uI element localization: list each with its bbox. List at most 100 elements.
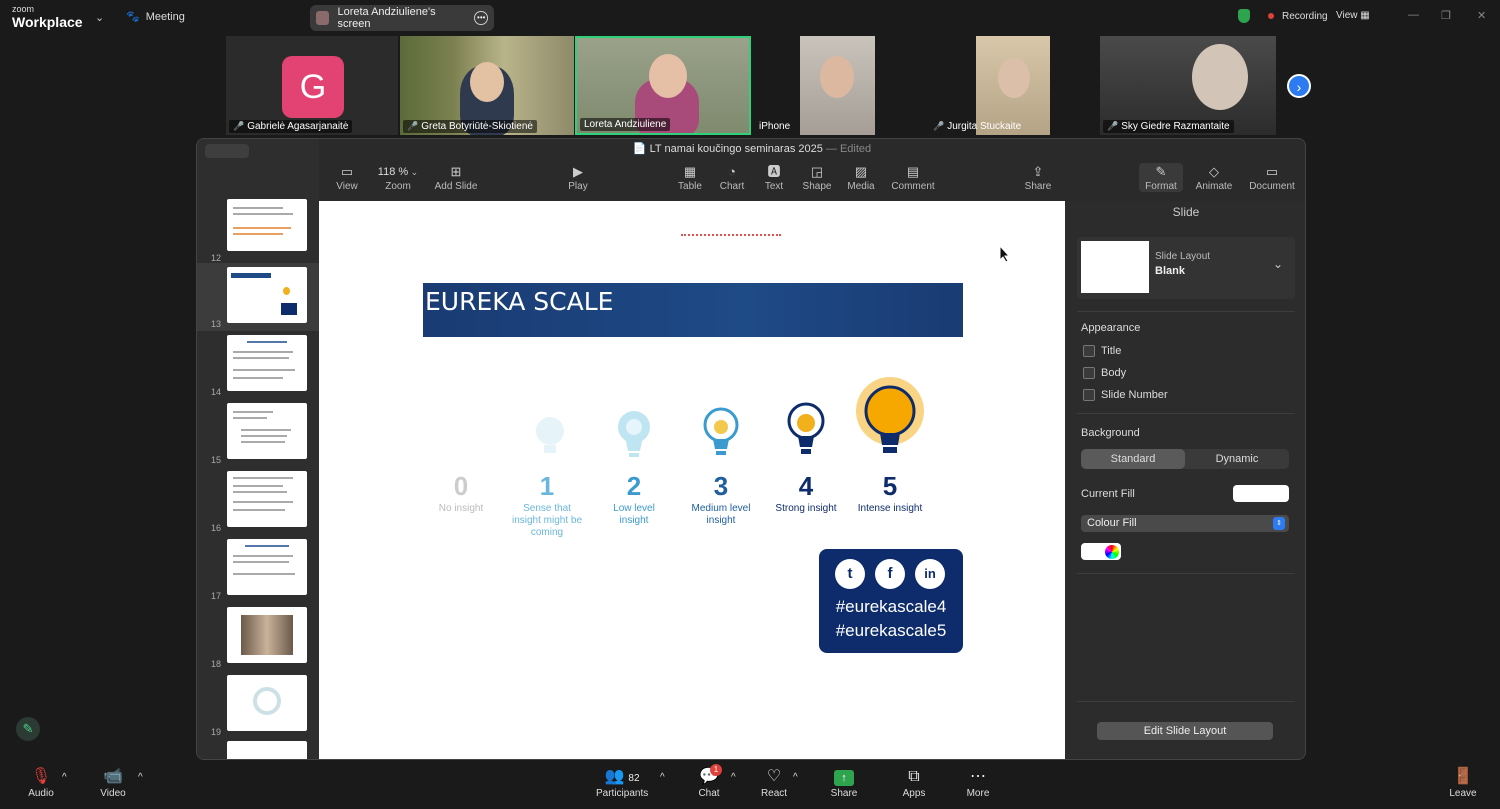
more-options-icon[interactable]: ••• <box>474 11 488 25</box>
apps-button[interactable]: ⧉ Apps <box>900 766 928 799</box>
participant-name-tag: Loreta Andziuliene <box>580 118 671 131</box>
participant-tile[interactable]: 🎤 Sky Giedre Razmantaite <box>1100 36 1276 135</box>
mic-muted-icon: 🎙 <box>30 768 52 785</box>
tool-label: Text <box>764 181 784 192</box>
layout-value: Blank <box>1155 265 1185 277</box>
slide-thumbnail-row-selected[interactable]: 13 <box>197 263 319 331</box>
meeting-info-button[interactable]: 🐾 Meeting <box>126 10 185 24</box>
share-tool[interactable]: ⇪ Share <box>1021 163 1055 192</box>
table-tool[interactable]: ▦ Table <box>675 163 705 192</box>
button-label: Video <box>100 788 126 799</box>
title-checkbox[interactable]: Title <box>1083 345 1121 357</box>
table-icon: ▦ <box>683 164 697 179</box>
slide-thumbnail-row[interactable]: 17 <box>197 535 319 603</box>
add-slide-tool[interactable]: ⊞ Add Slide <box>431 163 481 192</box>
video-button[interactable]: 📹 Video <box>98 766 128 799</box>
recording-label: Recording <box>1282 10 1328 22</box>
audio-button[interactable]: 🎙 Audio <box>26 766 56 799</box>
participants-button[interactable]: 👥 82 Participants <box>596 766 648 799</box>
text-tool[interactable]: 🅰 Text <box>759 163 789 192</box>
avatar: G <box>282 56 344 118</box>
button-label: Chat <box>698 788 720 799</box>
slide-thumbnail <box>227 607 307 663</box>
close-icon[interactable]: ✕ <box>1477 9 1486 22</box>
tool-label: Add Slide <box>434 181 478 192</box>
body-checkbox[interactable]: Body <box>1083 367 1126 379</box>
next-page-button[interactable]: › <box>1287 74 1311 98</box>
recording-status[interactable]: Recording <box>1238 9 1328 23</box>
leave-button[interactable]: 🚪 Leave <box>1448 766 1478 799</box>
participant-name: iPhone <box>759 121 791 132</box>
slide-number-checkbox[interactable]: Slide Number <box>1083 389 1168 401</box>
video-face <box>649 54 687 98</box>
share-icon: ⇪ <box>1032 164 1044 179</box>
participant-tile[interactable]: G 🎤 Gabrielė Agasarjanaitė <box>226 36 398 135</box>
current-fill-swatch[interactable] <box>1233 485 1289 502</box>
fill-type-value: Colour Fill <box>1087 517 1137 529</box>
audio-options-chevron-icon[interactable]: ^ <box>62 772 67 783</box>
screen-share-indicator[interactable]: Loreta Andziuliene's screen ••• <box>310 5 494 31</box>
participant-tile[interactable]: 🎤 Greta Botyriūtė-Skiotienė <box>400 36 574 135</box>
media-tool[interactable]: ▨ Media <box>843 163 879 192</box>
document-icon: ▭ <box>1265 164 1279 179</box>
app-menu-chevron-icon[interactable]: ⌄ <box>95 11 104 24</box>
checkbox-label: Slide Number <box>1101 389 1168 401</box>
video-options-chevron-icon[interactable]: ^ <box>138 772 143 783</box>
slide-thumbnail[interactable] <box>227 741 307 759</box>
tool-label: Play <box>568 181 588 192</box>
slide-thumbnail-row[interactable]: 16 <box>197 467 319 535</box>
participant-tile[interactable]: iPhone <box>752 36 924 135</box>
slide-thumbnail-row[interactable]: 15 <box>197 399 319 467</box>
animate-tool[interactable]: ◇ Animate <box>1193 163 1235 192</box>
animate-icon: ◇ <box>1209 164 1219 179</box>
chevron-down-icon: ⌄ <box>1272 257 1283 271</box>
encryption-shield-icon <box>1238 9 1250 23</box>
restore-icon[interactable]: ❐ <box>1441 9 1451 22</box>
slide-thumbnail-row[interactable]: 12 <box>197 197 319 265</box>
format-tool[interactable]: ✎ Format <box>1139 163 1183 192</box>
scale-label: Sense that insight might be coming <box>511 503 583 538</box>
mic-muted-icon: 🎤 <box>933 121 945 131</box>
edit-slide-layout-button[interactable]: Edit Slide Layout <box>1097 722 1273 740</box>
slide-thumbnail-row[interactable]: 14 <box>197 331 319 399</box>
background-heading: Background <box>1081 427 1140 439</box>
react-button[interactable]: ♡ React <box>760 766 788 799</box>
document-status: Edited <box>839 143 872 155</box>
slide-number: 19 <box>211 727 222 737</box>
slide-thumbnail-row[interactable]: 19 <box>197 671 319 739</box>
chat-button[interactable]: 💬 1 Chat <box>696 764 722 799</box>
slide-thumbnail-row[interactable]: 18 <box>197 603 319 671</box>
chart-tool[interactable]: ◔ Chart <box>717 163 747 192</box>
colour-wheel-icon[interactable] <box>1105 545 1119 559</box>
slide-layout-selector[interactable]: Slide Layout Blank ⌄ <box>1077 237 1295 299</box>
participant-tile-active-speaker[interactable]: Loreta Andziuliene <box>575 36 751 135</box>
keynote-window: 📄 LT namai koučingo seminaras 2025 — Edi… <box>196 138 1306 760</box>
scale-number: 3 <box>713 471 729 501</box>
slide-canvas[interactable]: EUREKA SCALE 0 No insight 1 Sense that i… <box>319 201 1065 759</box>
minimize-icon[interactable]: — <box>1408 9 1419 21</box>
participant-tile[interactable]: 🎤 Jurgita Stuckaite <box>926 36 1098 135</box>
react-options-chevron-icon[interactable]: ^ <box>793 772 798 783</box>
share-screen-button[interactable]: ↑ Share <box>830 766 858 799</box>
title-banner[interactable]: EUREKA SCALE <box>423 283 963 337</box>
view-button[interactable]: View ▦ <box>1336 10 1370 21</box>
dynamic-segment[interactable]: Dynamic <box>1185 449 1289 469</box>
scale-number: 5 <box>882 471 898 501</box>
chat-options-chevron-icon[interactable]: ^ <box>731 772 736 783</box>
slide-number: 12 <box>211 253 222 263</box>
participant-name-tag: 🎤 Sky Giedre Razmantaite <box>1103 120 1234 133</box>
annotate-pencil-icon[interactable]: ✎ <box>16 717 40 741</box>
social-hashtag-card[interactable]: t f in #eurekascale4 #eurekascale5 <box>819 549 963 653</box>
shape-tool[interactable]: ◲ Shape <box>799 163 835 192</box>
fill-type-select[interactable]: Colour Fill ⇕ <box>1081 515 1289 532</box>
document-tool[interactable]: ▭ Document <box>1245 163 1299 192</box>
participants-options-chevron-icon[interactable]: ^ <box>660 772 665 783</box>
comment-tool[interactable]: ▤ Comment <box>889 163 937 192</box>
view-tool[interactable]: ▭ View <box>329 163 365 192</box>
more-button[interactable]: ⋯ More <box>964 766 992 799</box>
zoom-tool[interactable]: 118 % ⌄ Zoom <box>371 163 425 192</box>
standard-segment[interactable]: Standard <box>1081 449 1185 469</box>
slide-number: 15 <box>211 455 222 465</box>
scale-label: Strong insight <box>775 503 837 514</box>
play-tool[interactable]: ▶ Play <box>561 163 595 192</box>
